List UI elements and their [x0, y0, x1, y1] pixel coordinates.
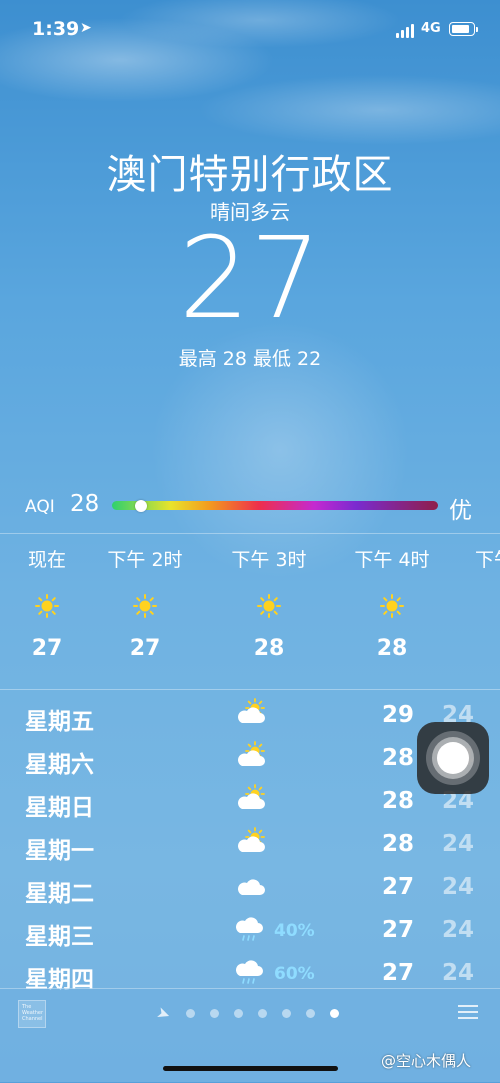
- day-low: 24: [442, 831, 475, 857]
- list-icon[interactable]: [458, 1004, 478, 1020]
- day-name: 星期一: [25, 838, 94, 864]
- location-arrow-icon: ➤: [80, 20, 92, 36]
- network-type: 4G: [421, 21, 441, 36]
- aqi-scale-bar: [112, 501, 438, 510]
- day-name: 星期二: [25, 881, 94, 907]
- day-high: 27: [381, 874, 414, 900]
- daily-row: 星期三 40% 27 24: [0, 917, 500, 960]
- day-high: 28: [381, 745, 414, 771]
- rain-cloud-icon: [234, 913, 268, 943]
- hour-label: 下午: [475, 549, 500, 571]
- partly-sunny-icon: [234, 698, 268, 728]
- battery-icon: [449, 22, 475, 36]
- day-low: 24: [442, 960, 475, 986]
- sun-icon: [133, 594, 157, 618]
- cellular-signal-icon: [396, 24, 416, 38]
- hourly-item: 下午 2时 27: [100, 545, 190, 661]
- day-high: 28: [381, 788, 414, 814]
- hour-temp: 28: [253, 636, 285, 661]
- daily-row: 星期日 28 24: [0, 784, 500, 831]
- hour-temp: 28: [376, 636, 408, 661]
- assistive-touch-button[interactable]: [417, 722, 489, 794]
- page-dot[interactable]: [282, 1009, 291, 1018]
- aqi-label: AQI: [25, 497, 55, 517]
- hourly-item: 下午 3时 28: [224, 545, 314, 661]
- weather-channel-logo[interactable]: The Weather Channel: [18, 1000, 46, 1028]
- partly-sunny-icon: [234, 741, 268, 771]
- day-low: 24: [442, 874, 475, 900]
- precip-chance: 40%: [274, 921, 315, 941]
- sun-icon: [380, 594, 404, 618]
- day-name: 星期六: [25, 752, 94, 778]
- rain-cloud-icon: [234, 956, 268, 986]
- day-low: 24: [442, 917, 475, 943]
- precip-chance: 60%: [274, 964, 315, 984]
- day-high: 27: [381, 917, 414, 943]
- page-dot[interactable]: [306, 1009, 315, 1018]
- hourly-item: 现在 27: [2, 545, 92, 661]
- page-dot[interactable]: [234, 1009, 243, 1018]
- hour-label: 下午 3时: [231, 549, 307, 571]
- daily-row: 星期一 28 24: [0, 827, 500, 874]
- watermark: @空心木偶人: [381, 1052, 472, 1070]
- hour-temp: 27: [31, 636, 63, 661]
- hour-label: 下午 2时: [107, 549, 183, 571]
- day-name: 星期三: [25, 924, 94, 950]
- status-bar: 1:39 ➤ 4G: [0, 16, 500, 44]
- hourly-item: 下午 4时 28: [347, 545, 437, 661]
- page-dot[interactable]: [186, 1009, 195, 1018]
- aqi-value: 28: [70, 491, 100, 517]
- cloud-icon: [234, 870, 268, 900]
- hourly-item: 下午: [447, 545, 500, 572]
- day-name: 星期日: [25, 795, 94, 821]
- page-dot[interactable]: [330, 1009, 339, 1018]
- page-dot[interactable]: [210, 1009, 219, 1018]
- sun-icon: [35, 594, 59, 618]
- daily-row: 星期二 27 24: [0, 874, 500, 917]
- divider: [0, 689, 500, 690]
- high-low-temperature: 最高 28 最低 22: [178, 348, 322, 370]
- hour-temp: 27: [129, 636, 161, 661]
- partly-sunny-icon: [234, 784, 268, 814]
- home-indicator[interactable]: [163, 1066, 338, 1071]
- sun-icon: [257, 594, 281, 618]
- day-high: 27: [381, 960, 414, 986]
- day-high: 29: [381, 702, 414, 728]
- hour-label: 现在: [27, 549, 66, 571]
- partly-sunny-icon: [234, 827, 268, 857]
- hour-label: 下午 4时: [354, 549, 430, 571]
- aqi-level-text: 优: [449, 498, 472, 524]
- city-name: 澳门特别行政区: [106, 152, 394, 198]
- aqi-indicator: [135, 500, 148, 512]
- day-name: 星期五: [25, 709, 94, 735]
- divider: [0, 533, 500, 534]
- page-dot[interactable]: [258, 1009, 267, 1018]
- status-time: 1:39: [32, 18, 80, 40]
- current-temperature: 27: [178, 214, 322, 344]
- day-high: 28: [381, 831, 414, 857]
